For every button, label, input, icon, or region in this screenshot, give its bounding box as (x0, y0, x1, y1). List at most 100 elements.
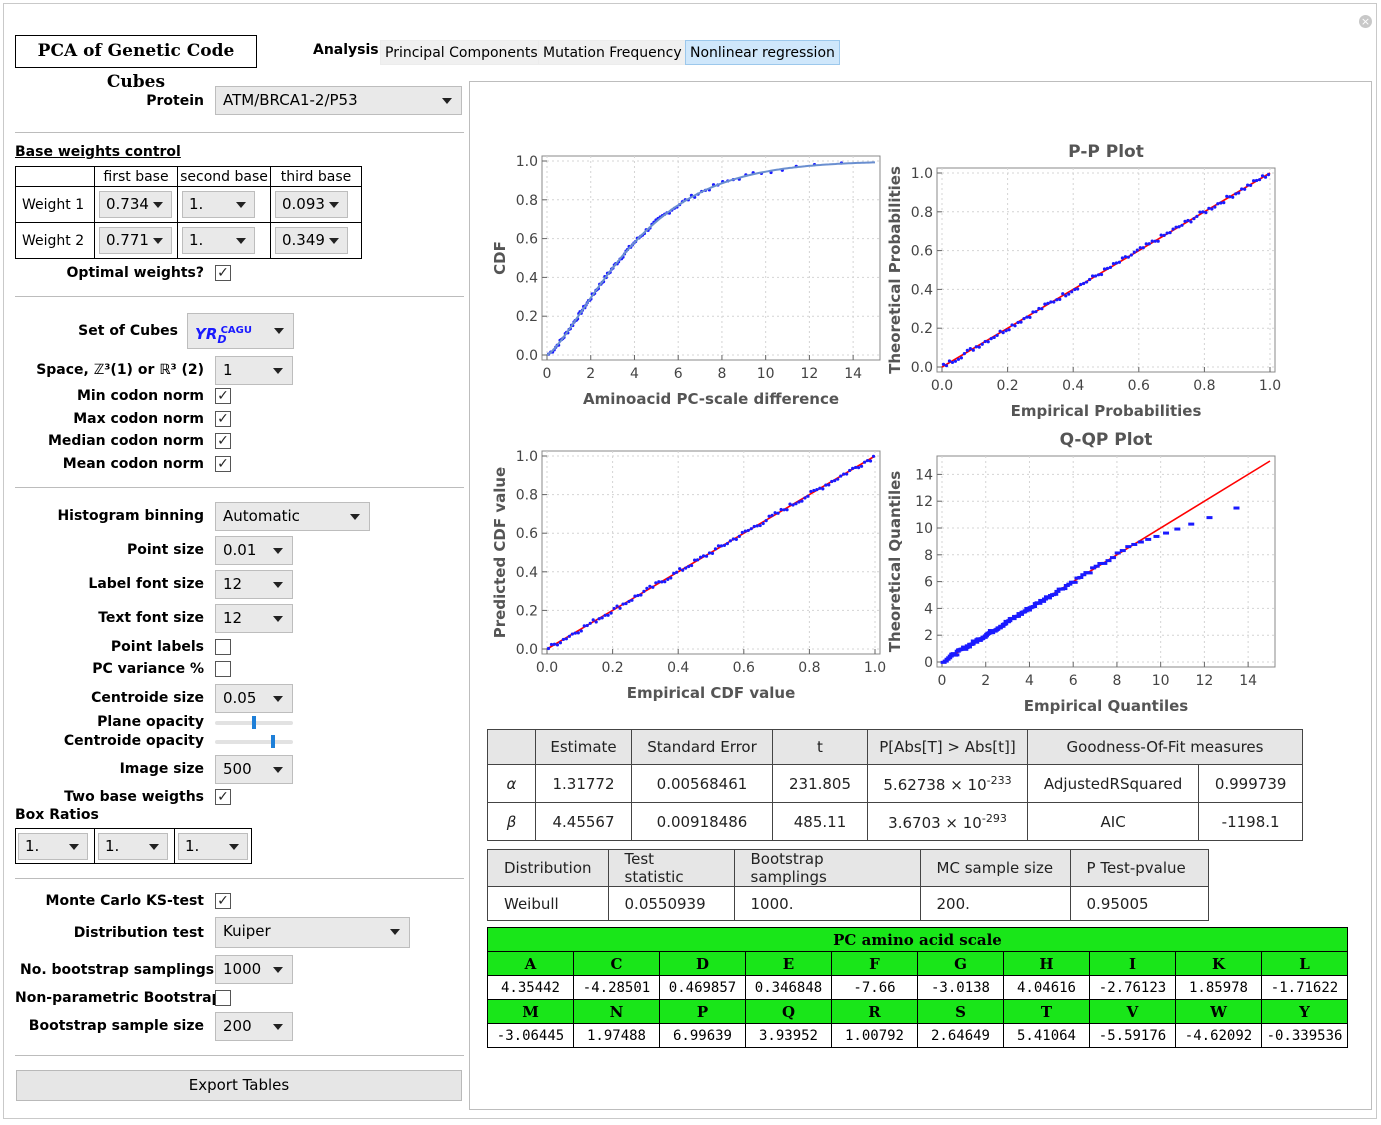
aa-row: ACDEFGHIKL (487, 951, 1348, 976)
data-point (1071, 580, 1078, 584)
data-point (1159, 233, 1163, 237)
data-point (776, 511, 780, 515)
data-point (830, 479, 834, 484)
data-point (636, 593, 640, 598)
x-tick-label: 1.0 (1259, 378, 1281, 394)
aa-value: -1.71622 (1261, 975, 1348, 1000)
data-point (693, 558, 697, 562)
data-point (1105, 266, 1110, 270)
x-tick-label: 2 (981, 673, 990, 689)
aa-letter: L (1261, 951, 1348, 976)
aa-value: 0.469857 (659, 975, 746, 1000)
aa-letter: R (831, 999, 918, 1024)
data-point (782, 508, 786, 512)
data-point (764, 519, 768, 523)
aa-value: 1.00792 (831, 1023, 918, 1048)
x-axis-label: Empirical Quantiles (1024, 697, 1189, 715)
data-point (564, 637, 568, 641)
data-point (989, 337, 993, 341)
data-point (851, 466, 855, 470)
est-header-t: t (772, 729, 868, 765)
dist-header-distribution: Distribution (487, 849, 609, 887)
data-point (1119, 549, 1126, 553)
aa-letter: D (659, 951, 746, 976)
x-tick-label: 4 (1025, 673, 1034, 689)
data-point (582, 624, 586, 628)
alpha-p: 5.62738 × 10-233 (867, 764, 1028, 803)
data-point (818, 486, 822, 490)
data-point (854, 465, 858, 470)
data-point (980, 342, 984, 346)
data-point (773, 511, 777, 515)
data-point (1246, 183, 1250, 187)
data-point (1019, 320, 1023, 324)
data-point (1183, 219, 1187, 224)
data-point (1263, 175, 1268, 179)
dist-value-statistic: 0.0550939 (607, 886, 735, 921)
aa-scale-table: PC amino acid scale A C D E F G H I K L 4.35442 -4.… (487, 927, 1348, 1048)
data-point (868, 459, 873, 463)
y-tick-label: 0 (924, 655, 933, 671)
param-beta: β (487, 802, 536, 841)
x-tick-label: 0.0 (931, 378, 953, 394)
data-point (1198, 210, 1202, 214)
data-point (767, 514, 771, 518)
data-point (579, 629, 583, 633)
data-point (986, 340, 990, 344)
data-point (567, 634, 571, 638)
y-axis-label: Predicted CDF value (491, 467, 509, 638)
data-point (1013, 324, 1017, 328)
data-point (1067, 292, 1071, 296)
data-point (573, 631, 577, 635)
alpha-se: 0.00568461 (631, 764, 773, 803)
y-tick-label: 1.0 (911, 166, 933, 182)
alpha-t: 231.805 (772, 764, 868, 803)
estimates-table: Estimate Standard Error t P[Abs[T] > Abs… (487, 729, 1303, 841)
data-point (624, 601, 628, 606)
dist-value-distribution: Weibull (487, 886, 609, 921)
y-tick-label: 6 (924, 575, 933, 591)
aa-row: MNPQRSTVWY (487, 999, 1348, 1024)
gof-name-1: AdjustedRSquared (1026, 764, 1200, 803)
data-point (1177, 225, 1181, 229)
data-point (645, 586, 649, 590)
data-point (1088, 277, 1092, 282)
data-point (839, 474, 843, 478)
aa-value: 6.99639 (659, 1023, 746, 1048)
p-mantissa: 5.62738 × 10 (883, 775, 987, 794)
data-point (1171, 227, 1175, 231)
aa-letter: N (573, 999, 660, 1024)
data-point (1093, 274, 1098, 278)
data-point (1174, 527, 1181, 531)
aa-value: -2.76123 (1089, 975, 1176, 1000)
data-point (1138, 246, 1142, 250)
data-point (1114, 261, 1119, 265)
x-tick-label: 0.6 (1128, 378, 1150, 394)
data-point (1137, 540, 1144, 544)
data-point (1040, 307, 1044, 311)
y-axis-label: Theoretical Probabilities (886, 166, 904, 374)
aa-letter: T (1003, 999, 1090, 1024)
aa-value: 3.93952 (745, 1023, 832, 1048)
aa-letter: P (659, 999, 746, 1024)
x-tick-label: 0 (543, 366, 552, 382)
data-point (941, 362, 946, 366)
data-point (725, 542, 730, 546)
x-tick-label: 12 (1195, 673, 1213, 689)
data-point (848, 468, 852, 473)
data-point (695, 558, 700, 562)
data-point (737, 534, 741, 538)
data-point (770, 513, 774, 517)
data-point (1233, 506, 1240, 510)
data-point (1010, 323, 1014, 327)
aa-letter: E (745, 951, 832, 976)
data-point (800, 499, 804, 503)
data-point (1090, 274, 1095, 278)
aa-value: -3.06445 (487, 1023, 574, 1048)
y-tick-label: 4 (924, 601, 933, 617)
aa-value: -3.0138 (917, 975, 1004, 1000)
data-point (648, 584, 652, 588)
data-point (827, 483, 831, 487)
data-point (1064, 294, 1068, 298)
y-tick-label: 0.4 (516, 565, 538, 581)
